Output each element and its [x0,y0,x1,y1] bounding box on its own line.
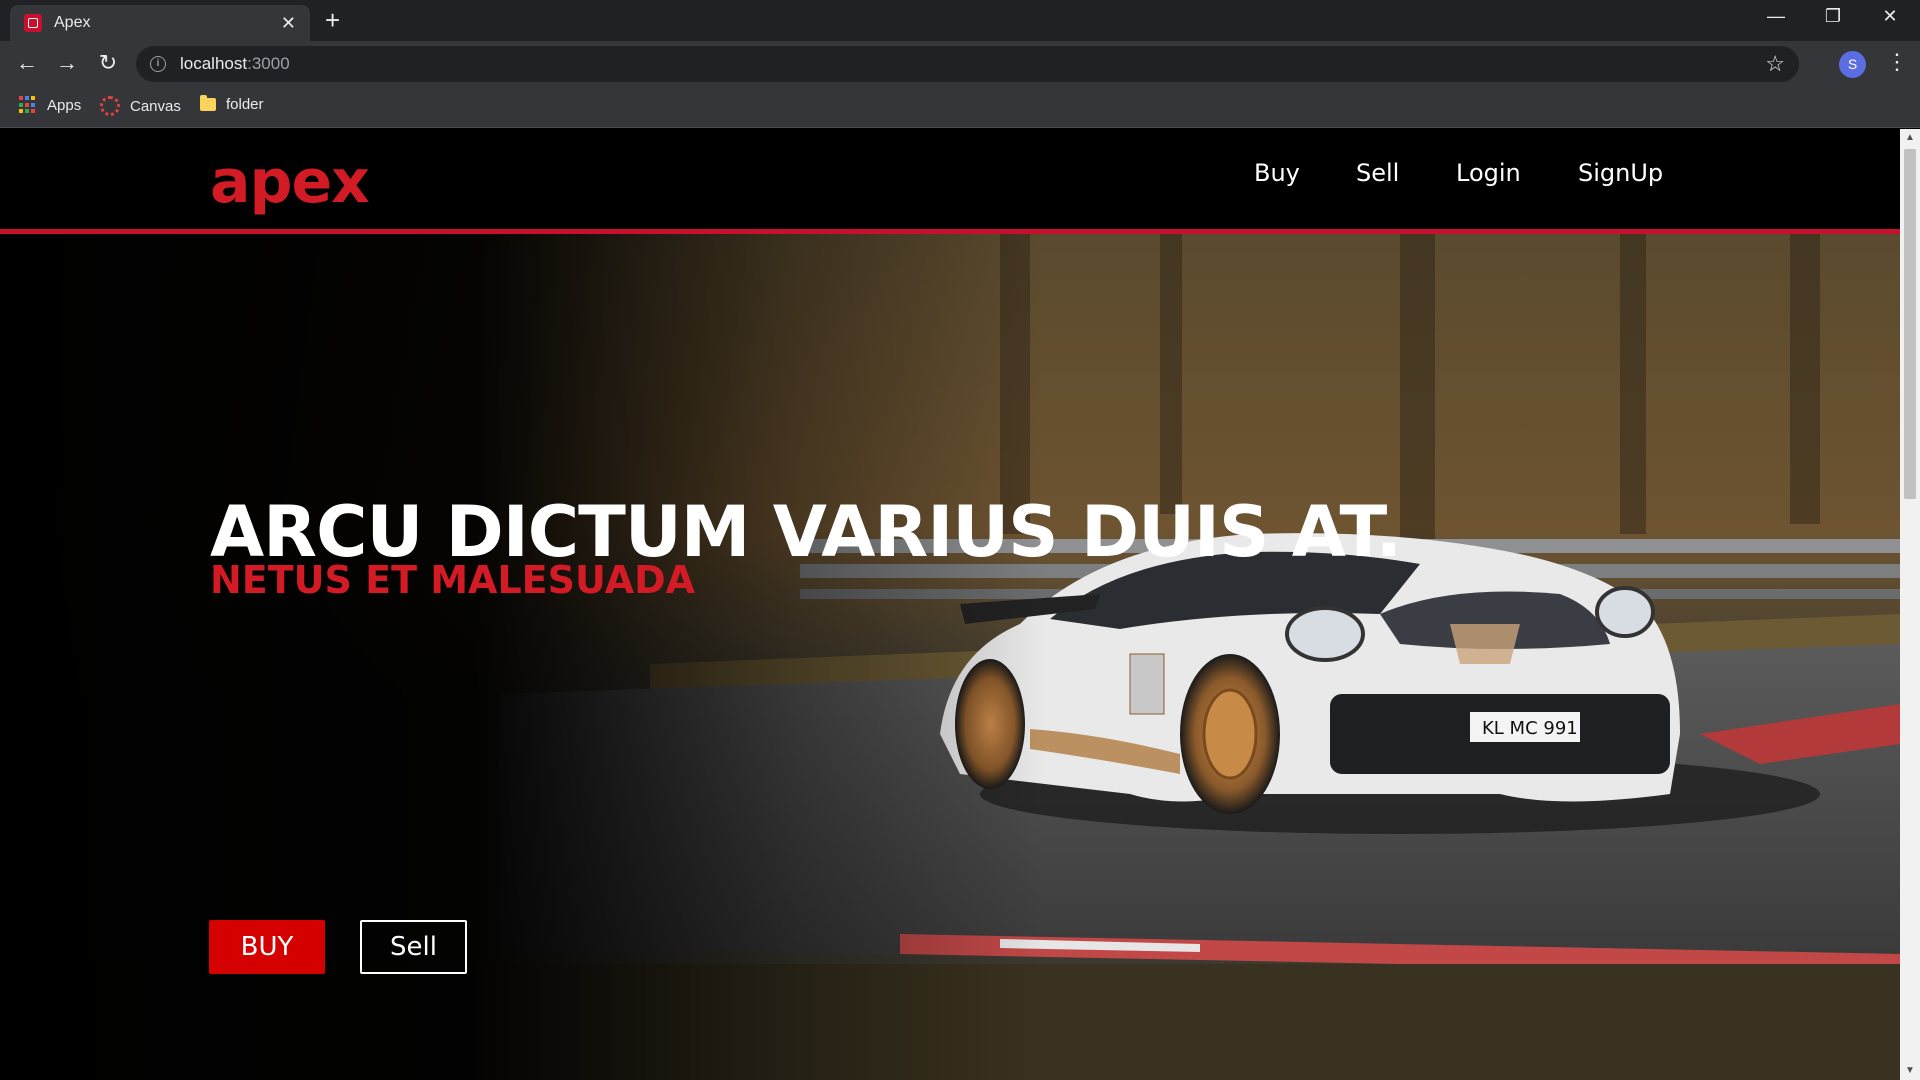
url-port: :3000 [247,54,290,73]
bookmarks-bar: Apps Canvas folder [0,88,1920,128]
browser-tab-strip: Apex ✕ + — ❐ ✕ [0,0,1920,41]
profile-avatar[interactable]: S [1839,51,1866,78]
site-info-icon[interactable]: i [150,56,166,72]
bookmark-folder[interactable]: folder [200,95,264,113]
url-host: localhost [180,54,248,73]
hero-buy-button[interactable]: BUY [209,920,325,974]
bookmark-canvas[interactable]: Canvas [100,96,181,116]
nav-sell[interactable]: Sell [1356,159,1399,187]
page-scrollbar[interactable]: ▲ ▼ [1900,129,1920,1080]
page-viewport: apex Buy Sell Login SignUp ARCU DICTUM V… [0,129,1900,1080]
tab-close-icon[interactable]: ✕ [281,14,296,32]
hero-subtitle: NETUS ET MALESUADA [210,557,696,602]
bookmark-star-icon[interactable]: ☆ [1765,51,1785,77]
browser-toolbar: ← → ↻ i localhost:3000 ☆ S ⋮ [0,41,1920,88]
new-tab-button[interactable]: + [325,7,340,33]
close-window-button[interactable]: ✕ [1870,6,1910,27]
minimize-button[interactable]: — [1756,6,1796,27]
scroll-up-icon[interactable]: ▲ [1900,129,1920,147]
back-button[interactable]: ← [12,50,42,76]
tab-title: Apex [54,14,91,31]
hero-section: KL MC 991 ARCU DICTUM VARIUS DUIS AT. NE… [0,234,1900,1080]
nav-buy[interactable]: Buy [1254,159,1300,187]
bookmark-label: Canvas [130,97,181,115]
site-favicon-icon [24,14,42,32]
forward-button[interactable]: → [52,50,82,76]
reload-button[interactable]: ↻ [93,50,123,76]
browser-menu-icon[interactable]: ⋮ [1886,49,1908,75]
folder-icon [200,95,216,111]
scroll-down-icon[interactable]: ▼ [1900,1062,1920,1080]
hero-sell-button[interactable]: Sell [360,920,467,974]
restore-button[interactable]: ❐ [1813,6,1853,27]
nav-signup[interactable]: SignUp [1578,159,1663,187]
address-bar[interactable]: i localhost:3000 ☆ [136,46,1799,82]
canvas-icon [100,96,120,116]
bookmark-label: Apps [47,96,82,114]
bookmark-label: folder [226,96,264,113]
browser-tab[interactable]: Apex ✕ [10,5,310,41]
scroll-thumb[interactable] [1904,149,1916,499]
site-logo[interactable]: apex [210,147,370,217]
site-header: apex Buy Sell Login SignUp [0,129,1900,234]
bookmark-apps[interactable]: Apps [19,96,81,114]
apps-grid-icon [19,96,37,114]
nav-login[interactable]: Login [1456,159,1521,187]
